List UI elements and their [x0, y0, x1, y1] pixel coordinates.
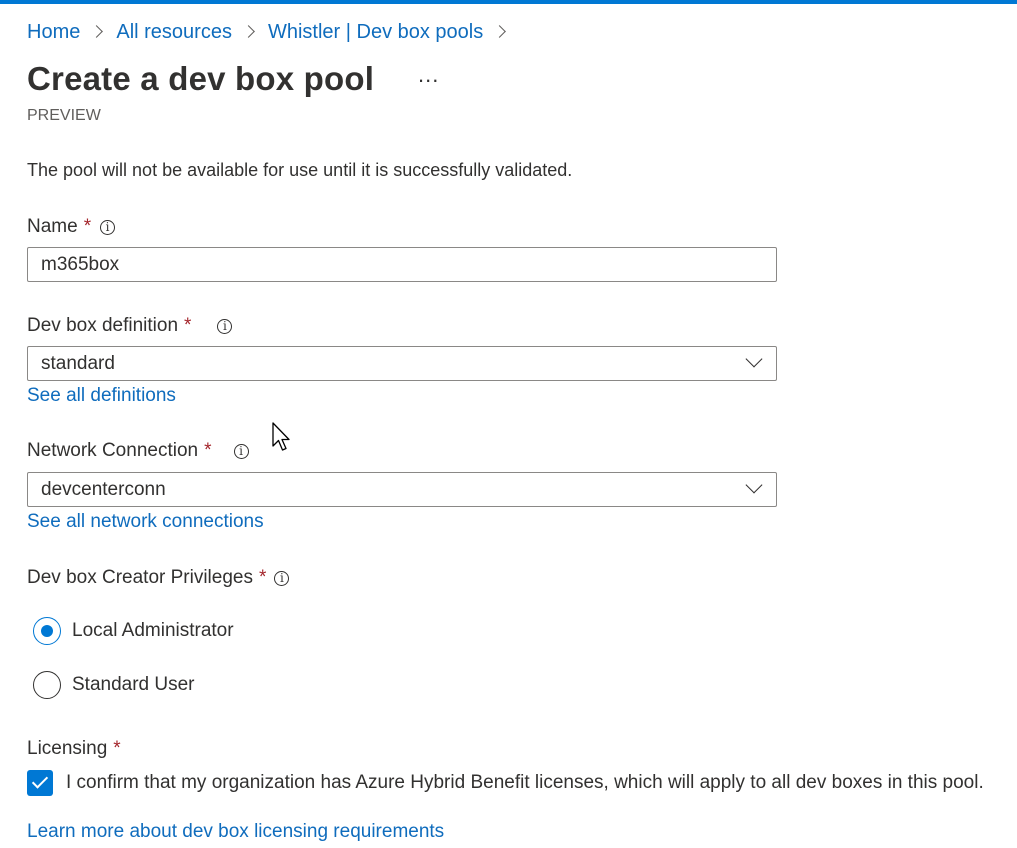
radio-button-selected[interactable]: [33, 617, 61, 645]
chevron-right-icon: [493, 22, 509, 42]
name-label: Name: [27, 216, 78, 237]
network-label-row: Network Connection * i: [27, 439, 249, 463]
definition-label: Dev box definition: [27, 315, 179, 336]
network-connection-dropdown[interactable]: devcenterconn: [27, 472, 777, 507]
see-all-network-connections-link[interactable]: See all network connections: [27, 511, 264, 533]
validation-notice: The pool will not be available for use u…: [27, 160, 573, 180]
licensing-label: Licensing: [27, 738, 108, 759]
network-selected-value: devcenterconn: [41, 478, 166, 500]
more-options-button[interactable]: ...: [418, 62, 439, 88]
privileges-label: Dev box Creator Privileges: [27, 567, 253, 588]
licensing-confirm-row[interactable]: I confirm that my organization has Azure…: [27, 770, 984, 796]
required-marker: *: [258, 567, 267, 588]
radio-local-administrator[interactable]: Local Administrator: [33, 617, 234, 645]
chevron-down-icon: [745, 476, 763, 494]
radio-label-standard-user: Standard User: [72, 674, 195, 695]
privileges-label-row: Dev box Creator Privileges * i: [27, 566, 290, 590]
licensing-label-row: Licensing *: [27, 737, 121, 761]
see-all-definitions-link[interactable]: See all definitions: [27, 385, 176, 407]
info-icon[interactable]: i: [217, 318, 233, 334]
radio-button-unselected[interactable]: [33, 671, 61, 699]
preview-badge: PREVIEW: [27, 107, 101, 124]
breadcrumb: Home All resources Whistler | Dev box po…: [27, 18, 519, 46]
required-marker: *: [204, 440, 212, 461]
definition-dropdown[interactable]: standard: [27, 346, 777, 381]
required-marker: *: [113, 738, 121, 759]
chevron-right-icon: [90, 22, 106, 42]
mouse-pointer-icon: [272, 422, 290, 451]
licensing-requirements-link[interactable]: Learn more about dev box licensing requi…: [27, 821, 444, 843]
definition-selected-value: standard: [41, 352, 115, 374]
required-marker: *: [83, 216, 92, 237]
name-label-row: Name * i: [27, 215, 116, 239]
info-icon[interactable]: i: [100, 219, 116, 235]
definition-label-row: Dev box definition * i: [27, 314, 233, 338]
required-marker: *: [184, 315, 192, 336]
breadcrumb-all-resources[interactable]: All resources: [116, 21, 232, 44]
licensing-checkbox[interactable]: [27, 770, 53, 796]
page-title: Create a dev box pool: [27, 60, 375, 97]
network-label: Network Connection: [27, 440, 199, 461]
radio-standard-user[interactable]: Standard User: [33, 671, 195, 699]
licensing-checkbox-label: I confirm that my organization has Azure…: [66, 772, 984, 793]
chevron-right-icon: [242, 22, 258, 42]
breadcrumb-dev-box-pools[interactable]: Whistler | Dev box pools: [268, 21, 483, 44]
chevron-down-icon: [745, 350, 763, 368]
info-icon[interactable]: i: [233, 443, 249, 459]
breadcrumb-home[interactable]: Home: [27, 21, 80, 44]
radio-label-local-administrator: Local Administrator: [72, 620, 234, 641]
info-icon[interactable]: i: [274, 570, 290, 586]
top-accent-bar: [0, 0, 1017, 4]
name-input[interactable]: m365box: [27, 247, 777, 282]
